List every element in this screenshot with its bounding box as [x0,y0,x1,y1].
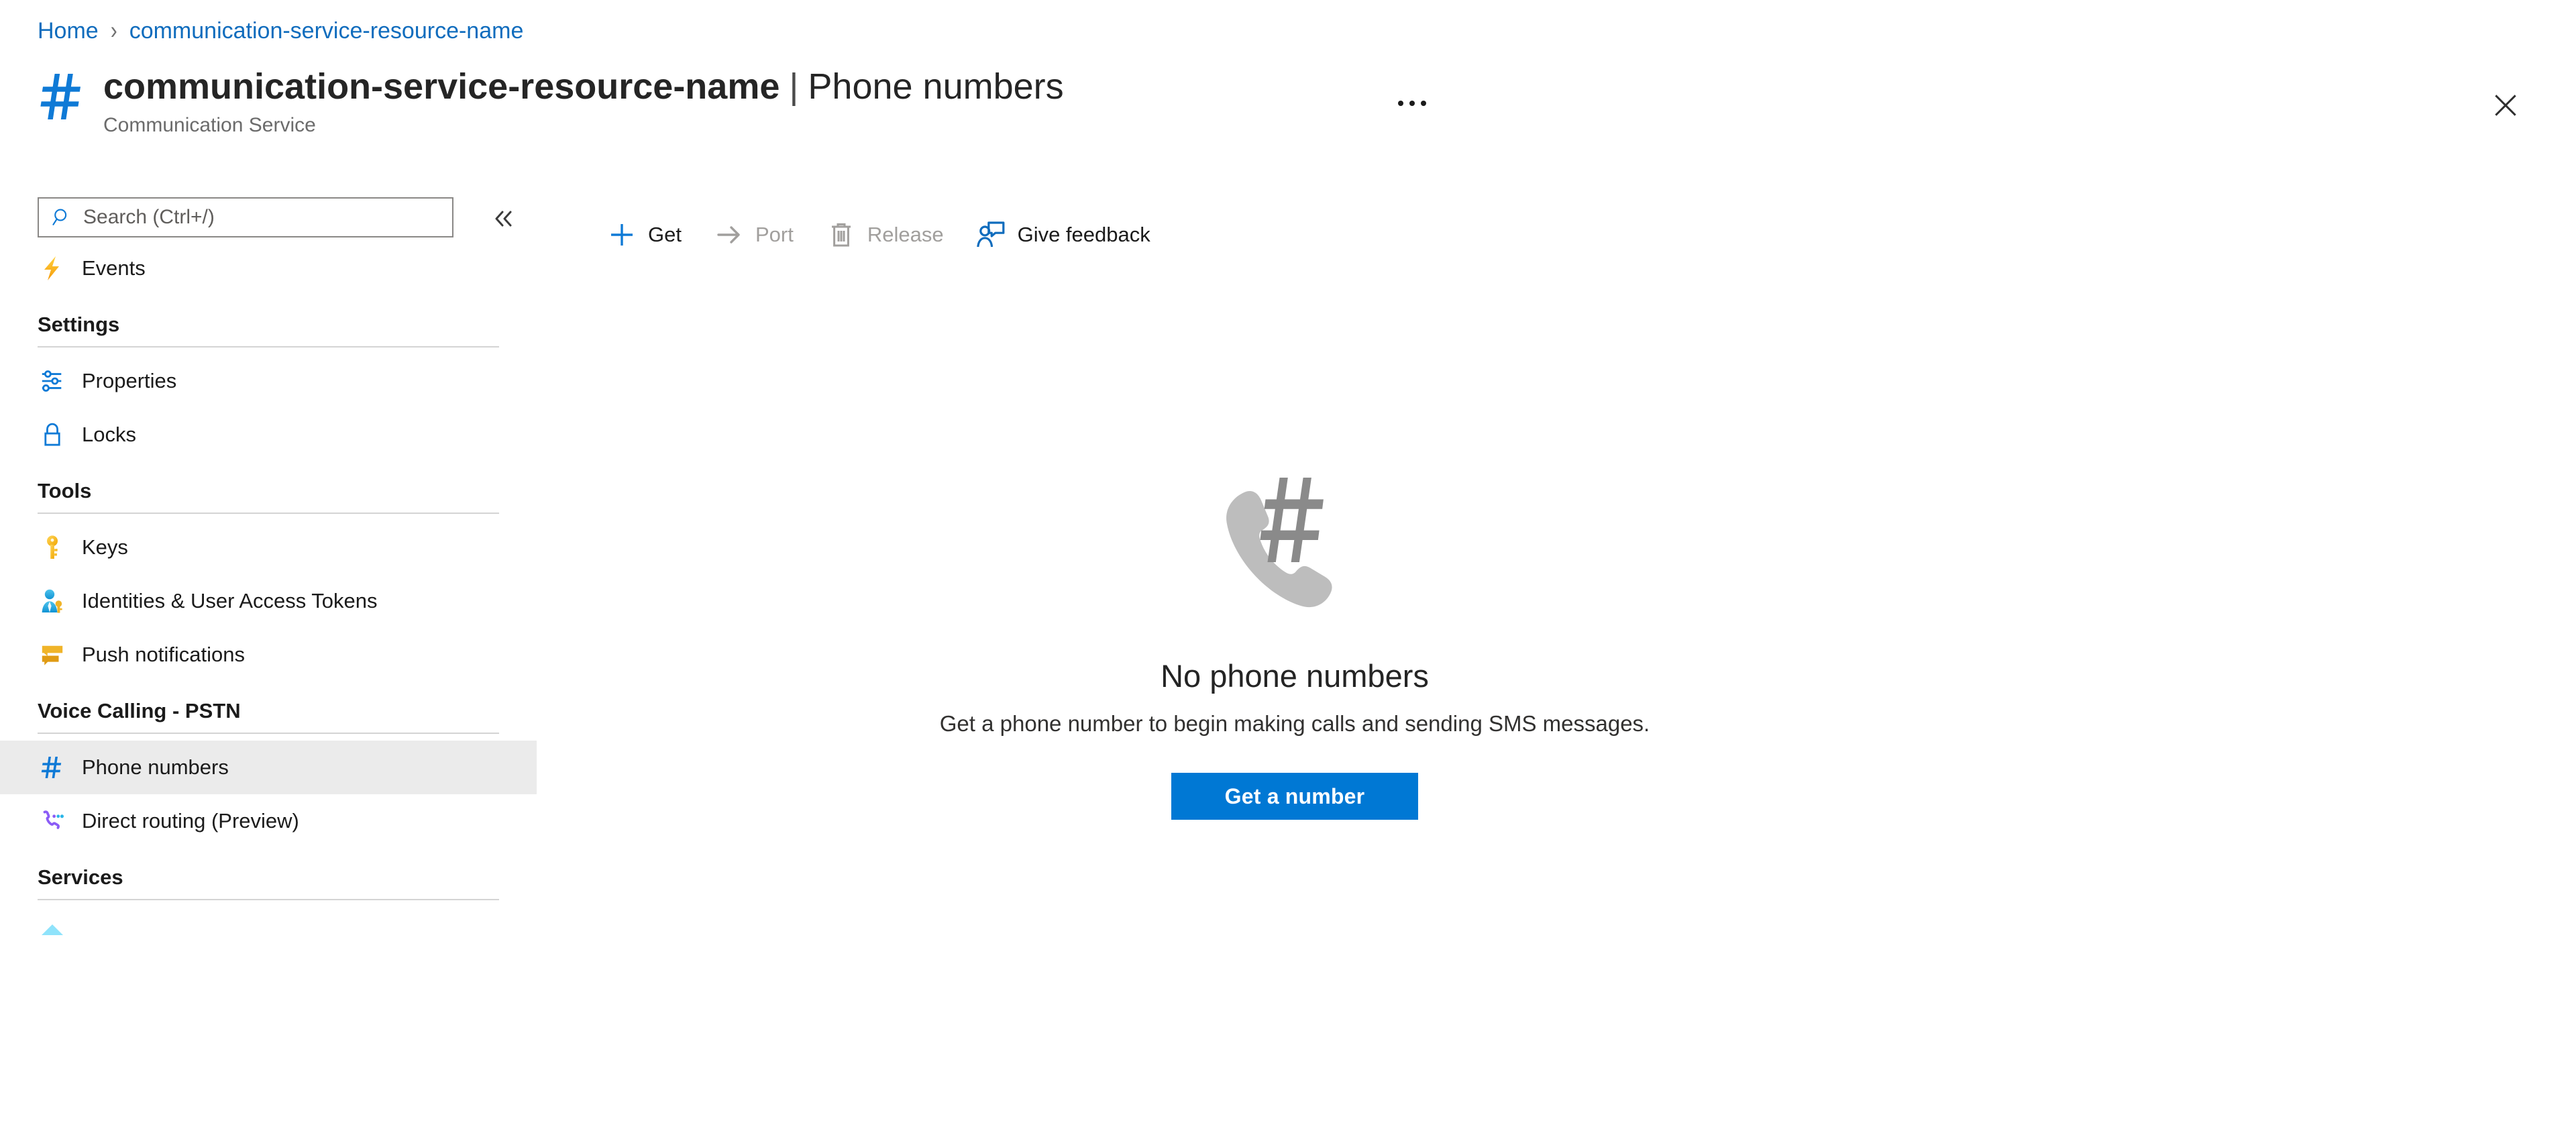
sidebar-item-label: Push notifications [82,643,245,666]
divider [38,733,499,734]
sidebar-item-label: Phone numbers [82,755,229,779]
release-button[interactable]: Release [810,211,960,258]
page-title-section: Phone numbers [808,66,1064,107]
breadcrumb-separator-icon: › [110,16,117,44]
page-title-separator: | [789,66,799,107]
more-options-icon[interactable] [1391,86,1434,121]
search-icon [51,206,74,229]
sidebar-item-identities-user-access-tokens[interactable]: Identities & User Access Tokens [0,574,537,628]
feedback-person-icon [976,219,1007,250]
divider [38,899,499,900]
sidebar-group-settings: Settings Properties Locks [0,295,537,462]
sidebar: Search (Ctrl+/) Events Settings Properti… [0,188,537,1127]
hash-icon [38,66,89,127]
toolbar-button-label: Port [755,223,794,246]
sidebar-group-header: Tools [0,462,537,514]
toolbar-button-label: Release [867,223,944,246]
sidebar-search-row: Search (Ctrl+/) [0,188,537,241]
empty-state: No phone numbers Get a phone number to b… [564,470,2026,820]
breadcrumb-item-resource[interactable]: communication-service-resource-name [129,17,524,44]
sidebar-item-label: Identities & User Access Tokens [82,589,378,612]
sliders-icon [38,366,67,396]
sidebar-item-locks[interactable]: Locks [0,408,537,462]
sidebar-item-properties[interactable]: Properties [0,354,537,408]
hash-icon [38,753,67,782]
sidebar-group-title: Services [38,865,123,889]
sidebar-group-header: Settings [0,295,537,347]
sidebar-item-partially-visible[interactable] [0,907,537,961]
sidebar-item-events[interactable]: Events [0,241,537,295]
sidebar-group-header: Voice Calling - PSTN [0,682,537,734]
toolbar-button-label: Get [648,223,682,246]
breadcrumb-item-home[interactable]: Home [38,17,99,44]
sidebar-group-services: Services [0,848,537,961]
key-icon [38,533,67,562]
sidebar-group-tools: Tools Keys Identities & User Access Toke… [0,462,537,682]
sidebar-group-title: Settings [38,313,120,336]
port-button[interactable]: Port [698,211,810,258]
phone-hash-icon [1204,470,1385,631]
get-a-number-button[interactable]: Get a number [1171,773,1418,820]
command-toolbar: Get Port Release Give feedback [590,208,1167,262]
sidebar-group-title: Voice Calling - PSTN [38,699,241,722]
sidebar-item-direct-routing-preview[interactable]: Direct routing (Preview) [0,794,537,848]
empty-state-description: Get a phone number to begin making calls… [939,711,1650,736]
divider [38,513,499,514]
toolbar-button-label: Give feedback [1017,223,1150,246]
divider [38,346,499,347]
chevron-double-left-icon[interactable] [488,207,519,231]
sidebar-item-phone-numbers[interactable]: Phone numbers [0,741,537,794]
page-subtitle: Communication Service [103,114,316,136]
user-key-icon [38,586,67,616]
sidebar-group-voice-calling-pstn: Voice Calling - PSTN Phone numbers Direc… [0,682,537,848]
sidebar-item-label: Locks [82,423,136,446]
empty-state-title: No phone numbers [1161,658,1429,694]
close-icon[interactable] [2482,82,2529,129]
arrow-right-icon [714,219,745,250]
sidebar-item-label: Direct routing (Preview) [82,809,299,833]
page-title-resource: communication-service-resource-name [103,66,780,107]
azure-portal-blade: Home › communication-service-resource-na… [0,0,2576,1127]
trash-icon [826,219,857,250]
sidebar-item-label: Properties [82,369,177,392]
give-feedback-button[interactable]: Give feedback [960,211,1167,258]
page-title-block: communication-service-resource-name | Ph… [38,66,1064,138]
sidebar-group-title: Tools [38,479,92,502]
search-input[interactable]: Search (Ctrl+/) [38,197,453,237]
push-notification-icon [38,640,67,669]
phone-routing-icon [38,806,67,836]
lock-icon [38,420,67,449]
sidebar-item-label: Keys [82,535,128,559]
sidebar-item-keys[interactable]: Keys [0,521,537,574]
search-placeholder: Search (Ctrl+/) [83,206,215,228]
sidebar-item-push-notifications[interactable]: Push notifications [0,628,537,682]
service-icon [38,919,67,949]
lightning-bolt-icon [38,254,67,283]
plus-icon [606,219,637,250]
sidebar-group-header: Services [0,848,537,900]
get-button[interactable]: Get [590,211,698,258]
sidebar-item-label: Events [82,256,146,280]
breadcrumb: Home › communication-service-resource-na… [38,17,523,44]
page-title: communication-service-resource-name | Ph… [103,66,1064,107]
